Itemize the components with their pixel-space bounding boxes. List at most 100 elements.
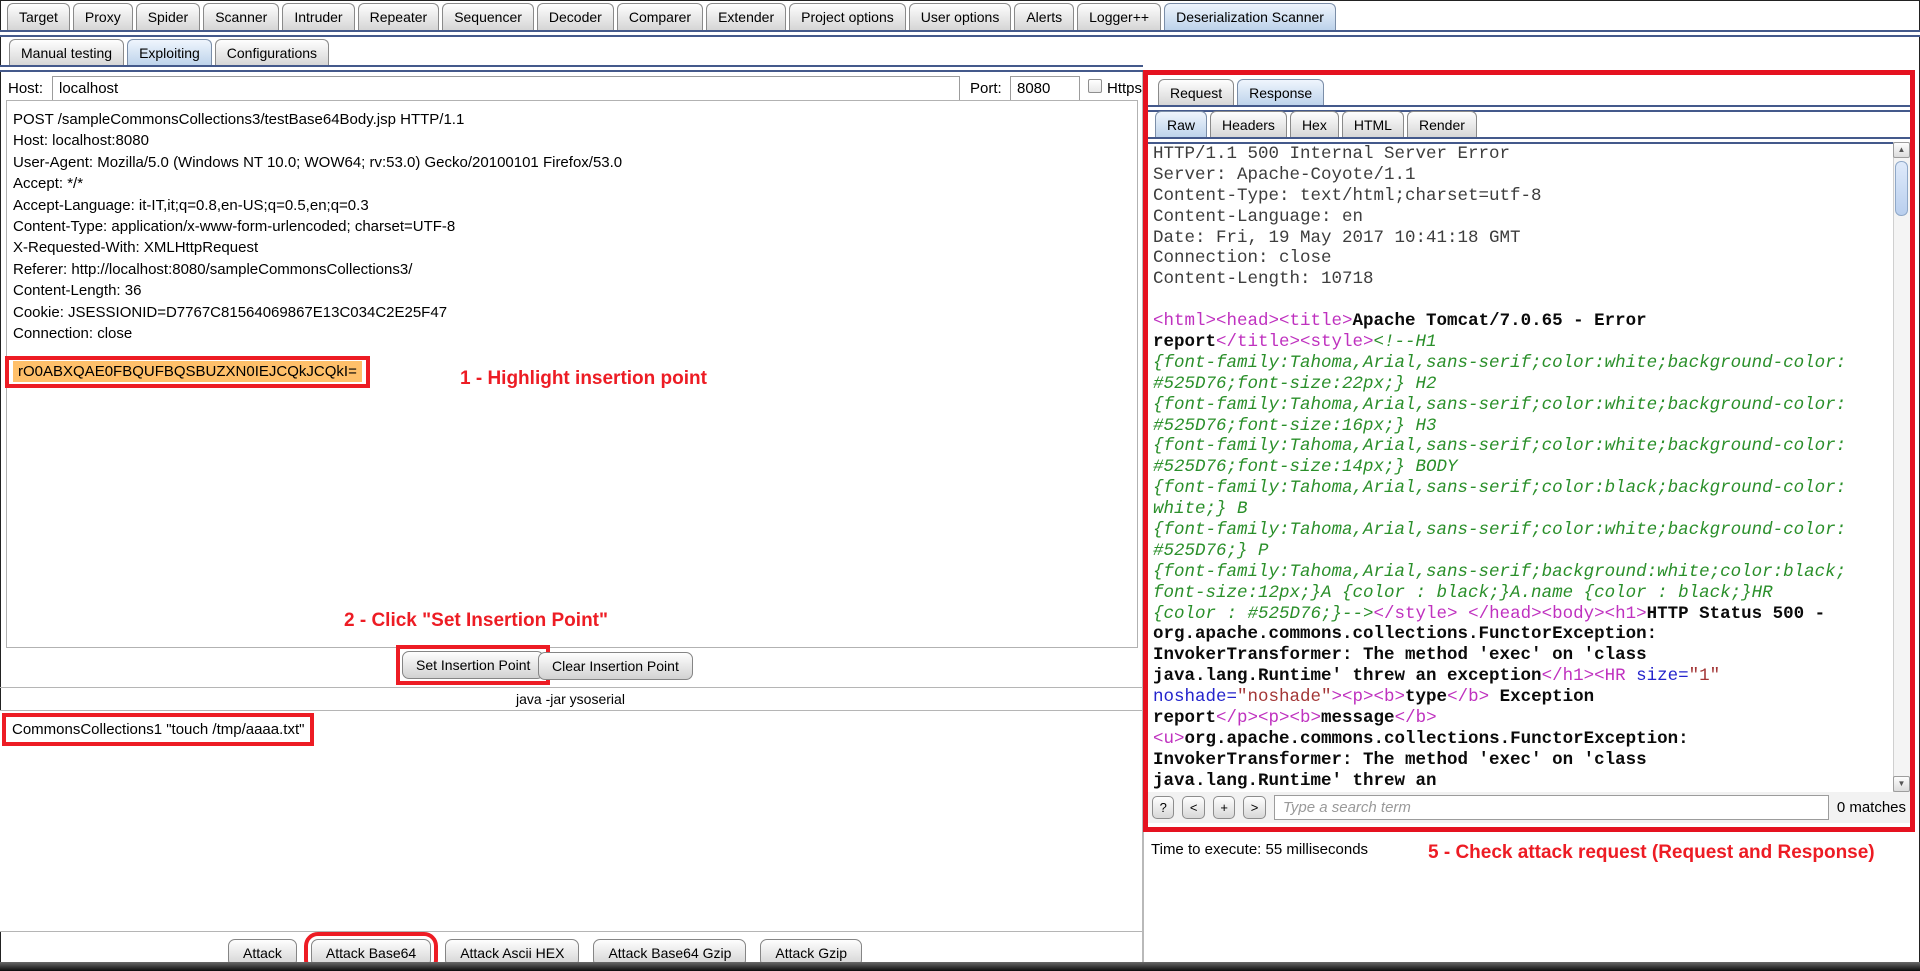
view-tab-html[interactable]: HTML <box>1342 111 1404 138</box>
request-text: POST /sampleCommonsCollections3/testBase… <box>7 101 1137 344</box>
ysoserial-command-input[interactable]: CommonsCollections1 "touch /tmp/aaaa.txt… <box>8 719 308 740</box>
tab-sequencer[interactable]: Sequencer <box>442 3 534 30</box>
request-line-host-localhost-8080: Host: localhost:8080 <box>13 130 1137 151</box>
separator-line <box>0 687 1143 688</box>
sub-tab-bar: Manual testingExploitingConfigurations <box>9 39 332 66</box>
command-area[interactable]: CommonsCollections1 "touch /tmp/aaaa.txt… <box>0 711 1143 931</box>
response-line-line: #525D76;font-size:22px;} H2 <box>1153 374 1893 395</box>
host-label: Host: <box>8 80 43 97</box>
tab-response[interactable]: Response <box>1237 79 1324 106</box>
search-prev-button[interactable]: < <box>1182 796 1204 819</box>
tab-extender[interactable]: Extender <box>706 3 786 30</box>
scroll-down-icon[interactable]: ▼ <box>1893 776 1910 792</box>
response-line-line: {font-family:Tahoma,Arial,sans-serif;col… <box>1153 395 1893 416</box>
response-line-line: #525D76;} P <box>1153 541 1893 562</box>
tab-user-options[interactable]: User options <box>909 3 1012 30</box>
response-line-line: {font-family:Tahoma,Arial,sans-serif;col… <box>1153 520 1893 541</box>
response-line-line: {font-family:Tahoma,Arial,sans-serif;col… <box>1153 353 1893 374</box>
response-scrollbar[interactable] <box>1893 142 1910 792</box>
response-line-line: org.apache.commons.collections.FunctorEx… <box>1153 624 1893 645</box>
request-line-content-length-36: Content-Length: 36 <box>13 280 1137 301</box>
tab-request[interactable]: Request <box>1158 79 1234 106</box>
subtab-configurations[interactable]: Configurations <box>215 39 329 66</box>
https-label: Https <box>1107 80 1142 97</box>
response-body[interactable]: HTTP/1.1 500 Internal Server ErrorServer… <box>1153 144 1893 792</box>
response-line-line <box>1153 290 1893 311</box>
response-line-line: <html><head><title>Apache Tomcat/7.0.65 … <box>1153 311 1893 332</box>
view-tab-hex[interactable]: Hex <box>1290 111 1339 138</box>
response-line-line: <u>org.apache.commons.collections.Functo… <box>1153 729 1893 750</box>
response-line-line: {color : #525D76;}--></style> </head><bo… <box>1153 604 1893 625</box>
request-line-referer-http-localhost-8080-samplecommon: Referer: http://localhost:8080/sampleCom… <box>13 259 1137 280</box>
annotation-5: 5 - Check attack request (Request and Re… <box>1428 842 1875 864</box>
set-insertion-red-box: Set Insertion Point <box>396 645 550 685</box>
time-to-execute: Time to execute: 55 milliseconds <box>1151 841 1368 858</box>
command-red-box: CommonsCollections1 "touch /tmp/aaaa.txt… <box>2 713 314 746</box>
tab-alerts[interactable]: Alerts <box>1014 3 1074 30</box>
search-help-button[interactable]: ? <box>1152 796 1174 819</box>
insertion-point-payload[interactable]: rO0ABXQAE0FBQUFBQSBUZXN0IEJCQkJCQkI= <box>13 361 362 382</box>
view-tab-render[interactable]: Render <box>1407 111 1477 138</box>
scroll-up-icon[interactable]: ▲ <box>1893 142 1910 158</box>
response-line-line: white;} B <box>1153 499 1893 520</box>
response-line-line: {font-family:Tahoma,Arial,sans-serif;col… <box>1153 436 1893 457</box>
view-tab-divider <box>1148 137 1910 144</box>
request-line-user-agent-mozilla-5-0-windows-nt-10-0-w: User-Agent: Mozilla/5.0 (Windows NT 10.0… <box>13 152 1137 173</box>
response-line-line: {font-family:Tahoma,Arial,sans-serif;bac… <box>1153 562 1893 583</box>
clear-insertion-point-button[interactable]: Clear Insertion Point <box>538 652 693 680</box>
search-matches-count: 0 matches <box>1837 799 1906 816</box>
burp-window: TargetProxySpiderScannerIntruderRepeater… <box>0 0 1920 971</box>
tab-repeater[interactable]: Repeater <box>358 3 440 30</box>
response-line-line: java.lang.Runtime' threw an exception</h… <box>1153 666 1893 687</box>
subtab-manual-testing[interactable]: Manual testing <box>9 39 124 66</box>
https-checkbox[interactable] <box>1088 79 1102 93</box>
sub-tab-divider <box>0 65 1143 72</box>
main-tab-bar: TargetProxySpiderScannerIntruderRepeater… <box>7 3 1339 30</box>
main-tab-divider <box>0 30 1920 37</box>
search-add-button[interactable]: + <box>1213 796 1235 819</box>
response-line-line: InvokerTransformer: The method 'exec' on… <box>1153 645 1893 666</box>
port-label: Port: <box>970 80 1002 97</box>
port-input[interactable] <box>1010 76 1080 101</box>
response-line-line: java.lang.Runtime' threw an <box>1153 771 1893 792</box>
response-line-line: noshade="noshade"><p><b>type</b> Excepti… <box>1153 687 1893 708</box>
response-line-line: Connection: close <box>1153 248 1893 269</box>
view-tab-bar: RawHeadersHexHTMLRender <box>1155 111 1480 138</box>
request-line-accept: Accept: */* <box>13 173 1137 194</box>
scrollbar-thumb[interactable] <box>1895 161 1908 216</box>
request-line-x-requested-with-xmlhttprequest: X-Requested-With: XMLHttpRequest <box>13 237 1137 258</box>
search-next-button[interactable]: > <box>1243 796 1265 819</box>
tab-spider[interactable]: Spider <box>136 3 200 30</box>
request-line-connection-close: Connection: close <box>13 323 1137 344</box>
set-insertion-point-button[interactable]: Set Insertion Point <box>402 651 544 679</box>
tab-comparer[interactable]: Comparer <box>617 3 703 30</box>
subtab-exploiting[interactable]: Exploiting <box>127 39 212 66</box>
tab-intruder[interactable]: Intruder <box>282 3 354 30</box>
response-line-line: #525D76;font-size:16px;} H3 <box>1153 416 1893 437</box>
separator-line <box>0 931 1143 932</box>
ysoserial-label: java -jar ysoserial <box>516 691 625 707</box>
response-line-line: report</p><p><b>message</b> <box>1153 708 1893 729</box>
tab-proxy[interactable]: Proxy <box>73 3 133 30</box>
tab-scanner[interactable]: Scanner <box>203 3 279 30</box>
search-input[interactable] <box>1274 795 1829 820</box>
response-line-line: {font-family:Tahoma,Arial,sans-serif;col… <box>1153 478 1893 499</box>
annotation-1: 1 - Highlight insertion point <box>460 368 707 390</box>
window-bottom-edge <box>0 962 1920 971</box>
view-tab-raw[interactable]: Raw <box>1155 111 1207 138</box>
request-line-post-samplecommonscollections3-testbase6: POST /sampleCommonsCollections3/testBase… <box>13 109 1137 130</box>
insertion-point-red-box: rO0ABXQAE0FBQUFBQSBUZXN0IEJCQkJCQkI= <box>5 356 370 388</box>
tab-deserialization-scanner[interactable]: Deserialization Scanner <box>1164 3 1336 30</box>
tab-target[interactable]: Target <box>7 3 70 30</box>
tab-logger[interactable]: Logger++ <box>1077 3 1161 30</box>
view-tab-headers[interactable]: Headers <box>1210 111 1287 138</box>
panel-divider[interactable] <box>1142 72 1144 962</box>
message-tab-bar: RequestResponse <box>1158 79 1327 106</box>
request-line-accept-language-it-it-it-q-0-8-en-us-q-0: Accept-Language: it-IT,it;q=0.8,en-US;q=… <box>13 195 1137 216</box>
search-bar: ? < + > 0 matches <box>1148 792 1910 823</box>
host-input[interactable] <box>52 76 960 101</box>
response-line-line: Content-Type: text/html;charset=utf-8 <box>1153 186 1893 207</box>
tab-project-options[interactable]: Project options <box>789 3 906 30</box>
response-line-line: Content-Language: en <box>1153 207 1893 228</box>
tab-decoder[interactable]: Decoder <box>537 3 614 30</box>
